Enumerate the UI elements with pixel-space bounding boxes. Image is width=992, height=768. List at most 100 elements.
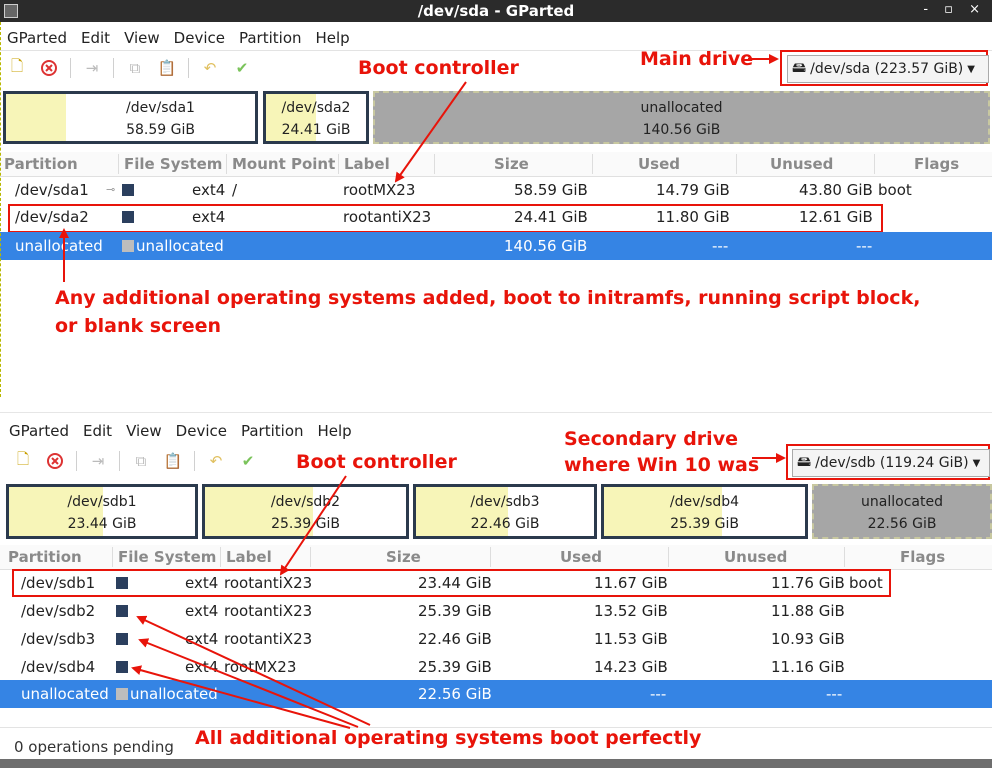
menu-help[interactable]: Help [311,418,359,442]
table-row[interactable]: /dev/sda1 ⊸ ext4 / rootMX23 58.59 GiB 14… [0,176,992,204]
menu-view[interactable]: View [119,418,169,442]
menu-gparted[interactable]: GParted [0,25,74,49]
undo-icon[interactable]: ↶ [199,57,221,79]
table-header: Partition File System Mount Point Label … [0,152,992,177]
toolbar-separator [113,58,114,78]
menu-edit[interactable]: Edit [76,418,119,442]
partition-map-sdb3[interactable]: /dev/sdb3 22.46 GiB [413,484,597,539]
cell-label: rootantiX23 [224,630,313,648]
column-partition[interactable]: Partition [4,155,78,173]
new-icon[interactable]: 🗋 [12,450,34,472]
annotation-boot-controller: Boot controller [296,451,457,473]
column-size[interactable]: Size [494,155,529,173]
column-label[interactable]: Label [344,155,390,173]
chevron-down-icon: ▼ [972,457,981,469]
cell-filesystem: ext4 [185,630,219,648]
paste-icon[interactable]: 📋 [162,450,184,472]
menu-view[interactable]: View [117,25,167,49]
window-bottom-border [0,759,992,768]
cell-partition: /dev/sdb2 [21,602,96,620]
partition-map-size: 25.39 GiB [271,516,340,532]
delete-icon[interactable] [44,450,66,472]
annotation-note-line2: or blank screen [55,315,221,337]
partition-map-size: 22.46 GiB [470,516,540,532]
partition-map-name: /dev/sdb2 [270,494,341,510]
device-selector[interactable]: 🖴 /dev/sda (223.57 GiB) ▼ [787,55,989,83]
drive-icon: 🖴 [792,60,807,76]
apply-icon[interactable]: ✔ [237,450,259,472]
cell-size: 22.46 GiB [418,630,492,648]
menu-partition[interactable]: Partition [234,418,311,442]
table-row[interactable]: /dev/sdb4 ext4 rootMX23 25.39 GiB 14.23 … [0,653,992,681]
toolbar-separator [188,58,189,78]
menu-partition[interactable]: Partition [232,25,309,49]
table-row-selected[interactable]: unallocated unallocated 140.56 GiB --- -… [0,232,992,260]
cell-used: --- [712,237,729,255]
undo-icon[interactable]: ↶ [205,450,227,472]
column-used[interactable]: Used [638,155,680,173]
resize-move-icon[interactable]: ⇥ [81,57,103,79]
partition-map-sda2[interactable]: /dev/sda2 24.41 GiB [263,91,369,144]
annotation-secondary-drive: Secondary drive where Win 10 was [564,426,759,478]
paste-icon[interactable]: 📋 [156,57,178,79]
column-flags[interactable]: Flags [900,548,945,566]
cell-partition: unallocated [21,685,109,703]
cell-filesystem: unallocated [130,685,218,703]
menu-help[interactable]: Help [309,25,357,49]
toolbar: 🗋 ⇥ ⧉ 📋 ↶ ✔ [12,450,259,472]
cell-filesystem: ext4 [192,181,226,199]
cell-filesystem: ext4 [185,658,219,676]
column-file-system[interactable]: File System [124,155,222,173]
cell-unused: 43.80 GiB [799,181,873,199]
menu-edit[interactable]: Edit [74,25,117,49]
drive-icon: 🖴 [797,454,812,470]
partition-map-size: 58.59 GiB [126,122,195,138]
apply-icon[interactable]: ✔ [231,57,253,79]
window-controls[interactable]: - ▫ × [923,2,986,17]
partition-map-unallocated[interactable]: unallocated 22.56 GiB [812,484,992,539]
toolbar: 🗋 ⇥ ⧉ 📋 ↶ ✔ [6,57,253,79]
copy-icon[interactable]: ⧉ [130,450,152,472]
column-label[interactable]: Label [226,548,272,566]
column-used[interactable]: Used [560,548,602,566]
column-file-system[interactable]: File System [118,548,216,566]
partition-map-name: unallocated [861,494,943,510]
filesystem-color-icon [122,184,134,196]
menu-device[interactable]: Device [167,25,232,49]
status-bar-text: 0 operations pending [14,738,174,756]
table-row-selected[interactable]: unallocated unallocated 22.56 GiB --- --… [0,680,992,708]
device-selector-label: /dev/sdb (119.24 GiB) [815,455,969,471]
table-row[interactable]: /dev/sdb2 ext4 rootantiX23 25.39 GiB 13.… [0,597,992,625]
copy-icon[interactable]: ⧉ [124,57,146,79]
new-icon[interactable]: 🗋 [6,57,28,79]
partition-map-sda1[interactable]: /dev/sda1 58.59 GiB [3,91,258,144]
device-selector[interactable]: 🖴 /dev/sdb (119.24 GiB) ▼ [792,449,990,477]
cell-size: 25.39 GiB [418,602,492,620]
column-flags[interactable]: Flags [914,155,959,173]
filesystem-color-icon [116,688,128,700]
column-size[interactable]: Size [386,548,421,566]
cell-label: rootantiX23 [224,602,313,620]
column-unused[interactable]: Unused [770,155,833,173]
partition-map-sdb2[interactable]: /dev/sdb2 25.39 GiB [202,484,409,539]
column-unused[interactable]: Unused [724,548,787,566]
menu-bar: GParted Edit View Device Partition Help [0,25,357,49]
annotation-note: Any additional operating systems added, … [55,284,920,340]
partition-map-name: /dev/sda2 [281,100,351,116]
delete-icon[interactable] [38,57,60,79]
menu-gparted[interactable]: GParted [2,418,76,442]
column-mount-point[interactable]: Mount Point [232,155,335,173]
filesystem-color-icon [122,240,134,252]
column-partition[interactable]: Partition [8,548,82,566]
table-row[interactable]: /dev/sdb3 ext4 rootantiX23 22.46 GiB 11.… [0,625,992,653]
annotation-secondary-line2: where Win 10 was [564,454,760,476]
partition-map-sdb1[interactable]: /dev/sdb1 23.44 GiB [6,484,198,539]
resize-move-icon[interactable]: ⇥ [87,450,109,472]
window-frame-edge [0,22,1,397]
annotation-highlight-sdb1 [12,569,891,597]
partition-map-unallocated[interactable]: unallocated 140.56 GiB [373,91,990,144]
toolbar-separator [119,451,120,471]
partition-map-sdb4[interactable]: /dev/sdb4 25.39 GiB [601,484,808,539]
partition-map-size: 25.39 GiB [670,516,739,532]
menu-device[interactable]: Device [169,418,234,442]
